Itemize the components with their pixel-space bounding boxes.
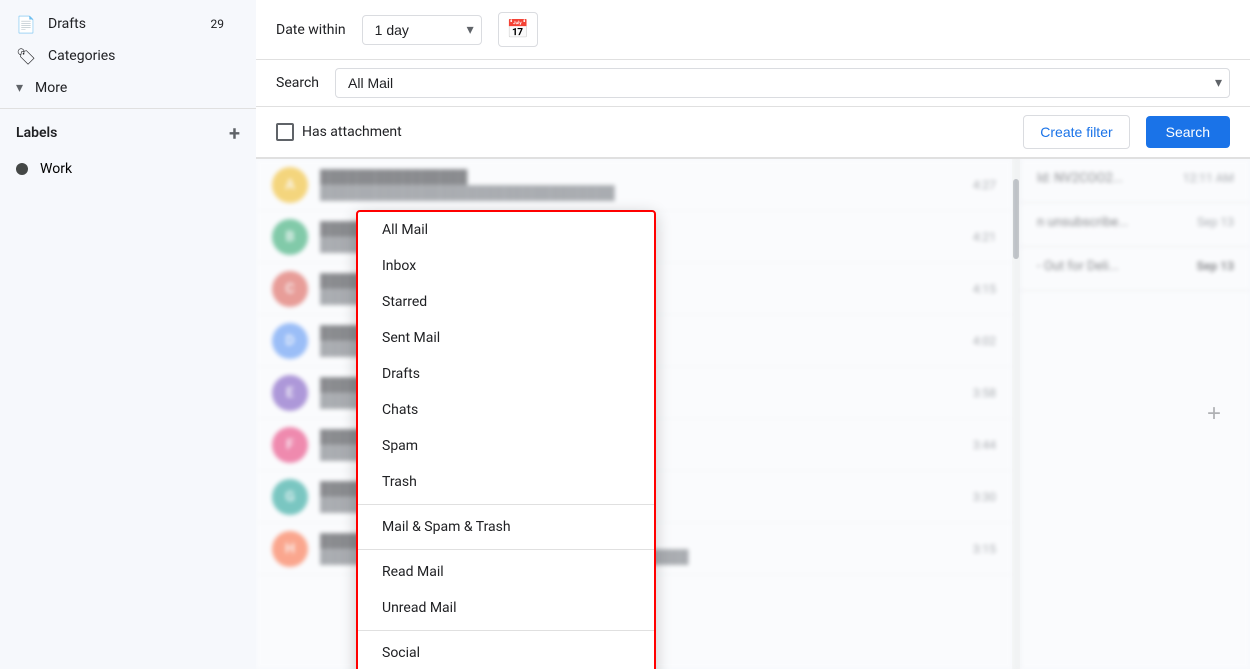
has-attachment-checkbox[interactable]	[276, 123, 294, 141]
date-filter-row: Date within 1 day 3 days 1 week 2 weeks …	[256, 0, 1250, 60]
email-time: 3:58	[973, 386, 996, 400]
sidebar-item-drafts[interactable]: 📄 Drafts 29	[0, 8, 240, 40]
avatar: D	[272, 323, 308, 359]
email-time-bold: Sep 13	[1197, 259, 1234, 273]
dropdown-item-chats[interactable]: Chats	[358, 392, 654, 428]
sidebar-item-more[interactable]: ▾ More	[0, 72, 240, 104]
search-in-select-wrapper: All Mail	[335, 68, 1230, 98]
dropdown-item-spam[interactable]: Spam	[358, 428, 654, 464]
list-item[interactable]: Sep 13 - Out for Deli...	[1021, 247, 1250, 291]
email-time: 3:44	[973, 438, 996, 452]
sidebar-item-label: Drafts	[48, 16, 199, 32]
email-time: 4:21	[973, 230, 996, 244]
chevron-down-icon: ▾	[16, 80, 23, 96]
dropdown-divider-2	[358, 549, 654, 550]
dropdown-item-trash[interactable]: Trash	[358, 464, 654, 500]
list-item[interactable]: Sep 13 n unsubscribe...	[1021, 203, 1250, 247]
work-label-dot	[16, 163, 28, 175]
dropdown-item-mail-spam-trash[interactable]: Mail & Spam & Trash	[358, 509, 654, 545]
sidebar-item-categories[interactable]: 🏷 Categories	[0, 40, 240, 72]
right-panel: 12:11 AM Id: NV2COO2... Sep 13 n unsubsc…	[1020, 159, 1250, 669]
create-filter-button[interactable]: Create filter	[1023, 115, 1129, 149]
dropdown-item-unread-mail[interactable]: Unread Mail	[358, 590, 654, 626]
sidebar-item-work[interactable]: Work	[0, 153, 240, 185]
date-within-select[interactable]: 1 day 3 days 1 week 2 weeks 1 month	[362, 15, 482, 45]
email-subject: ████████████████████████████████	[320, 185, 961, 201]
dropdown-overlay: All Mail Inbox Starred Sent Mail Drafts …	[356, 210, 656, 669]
avatar: A	[272, 167, 308, 203]
has-attachment-label[interactable]: Has attachment	[276, 123, 402, 141]
search-in-select[interactable]: All Mail	[335, 68, 1230, 98]
dropdown-item-all-mail[interactable]: All Mail	[358, 212, 654, 248]
calendar-icon-button[interactable]: 📅	[498, 12, 538, 47]
email-time: Sep 13	[1197, 215, 1234, 229]
categories-icon: 🏷	[16, 46, 36, 66]
email-content: ████████████████ ███████████████████████…	[320, 169, 961, 201]
sidebar-item-label: Categories	[48, 48, 224, 64]
avatar: H	[272, 531, 308, 567]
scrollbar-thumb[interactable]	[1013, 179, 1019, 259]
avatar: G	[272, 479, 308, 515]
attachment-filter-row: Has attachment Create filter Search	[256, 107, 1250, 158]
dropdown-item-social[interactable]: Social	[358, 635, 654, 669]
list-item[interactable]: 12:11 AM Id: NV2COO2...	[1021, 159, 1250, 203]
dropdown-item-sent-mail[interactable]: Sent Mail	[358, 320, 654, 356]
search-button[interactable]: Search	[1146, 116, 1230, 148]
dropdown-item-inbox[interactable]: Inbox	[358, 248, 654, 284]
dropdown-item-starred[interactable]: Starred	[358, 284, 654, 320]
scrollbar[interactable]	[1012, 159, 1020, 669]
has-attachment-text: Has attachment	[302, 124, 402, 140]
sidebar-item-label: More	[35, 80, 224, 96]
avatar: F	[272, 427, 308, 463]
sidebar-divider	[0, 108, 256, 109]
table-row[interactable]: A ████████████████ █████████████████████…	[256, 159, 1012, 211]
main-area: Date within 1 day 3 days 1 week 2 weeks …	[256, 0, 1250, 669]
labels-section-header: Labels +	[0, 113, 256, 153]
avatar: B	[272, 219, 308, 255]
drafts-icon: 📄	[16, 14, 36, 34]
email-time: 4:27	[973, 178, 996, 192]
search-in-row-container: Search All Mail All Mail Inbox Starred	[256, 60, 1250, 107]
email-time: 4:02	[973, 334, 996, 348]
add-label-icon[interactable]: +	[229, 121, 240, 145]
dropdown-divider-1	[358, 504, 654, 505]
date-select-wrapper: 1 day 3 days 1 week 2 weeks 1 month	[362, 15, 482, 45]
email-time: 3:15	[973, 542, 996, 556]
labels-title: Labels	[16, 125, 57, 141]
drafts-count: 29	[211, 17, 225, 31]
email-time: 12:11 AM	[1183, 171, 1234, 185]
dropdown-item-read-mail[interactable]: Read Mail	[358, 554, 654, 590]
app-container: 📄 Drafts 29 🏷 Categories ▾ More Labels +…	[0, 0, 1250, 669]
avatar: E	[272, 375, 308, 411]
sidebar: 📄 Drafts 29 🏷 Categories ▾ More Labels +…	[0, 0, 256, 669]
filter-toolbar: Date within 1 day 3 days 1 week 2 weeks …	[256, 0, 1250, 159]
email-sender: ████████████████	[320, 169, 961, 185]
search-in-row: Search All Mail	[256, 60, 1250, 107]
dropdown-item-drafts[interactable]: Drafts	[358, 356, 654, 392]
email-time: 4:15	[973, 282, 996, 296]
email-time: 3:30	[973, 490, 996, 504]
search-in-label: Search	[276, 75, 319, 91]
work-label-text: Work	[40, 161, 72, 177]
date-within-label: Date within	[276, 22, 346, 38]
avatar: C	[272, 271, 308, 307]
dropdown-divider-3	[358, 630, 654, 631]
